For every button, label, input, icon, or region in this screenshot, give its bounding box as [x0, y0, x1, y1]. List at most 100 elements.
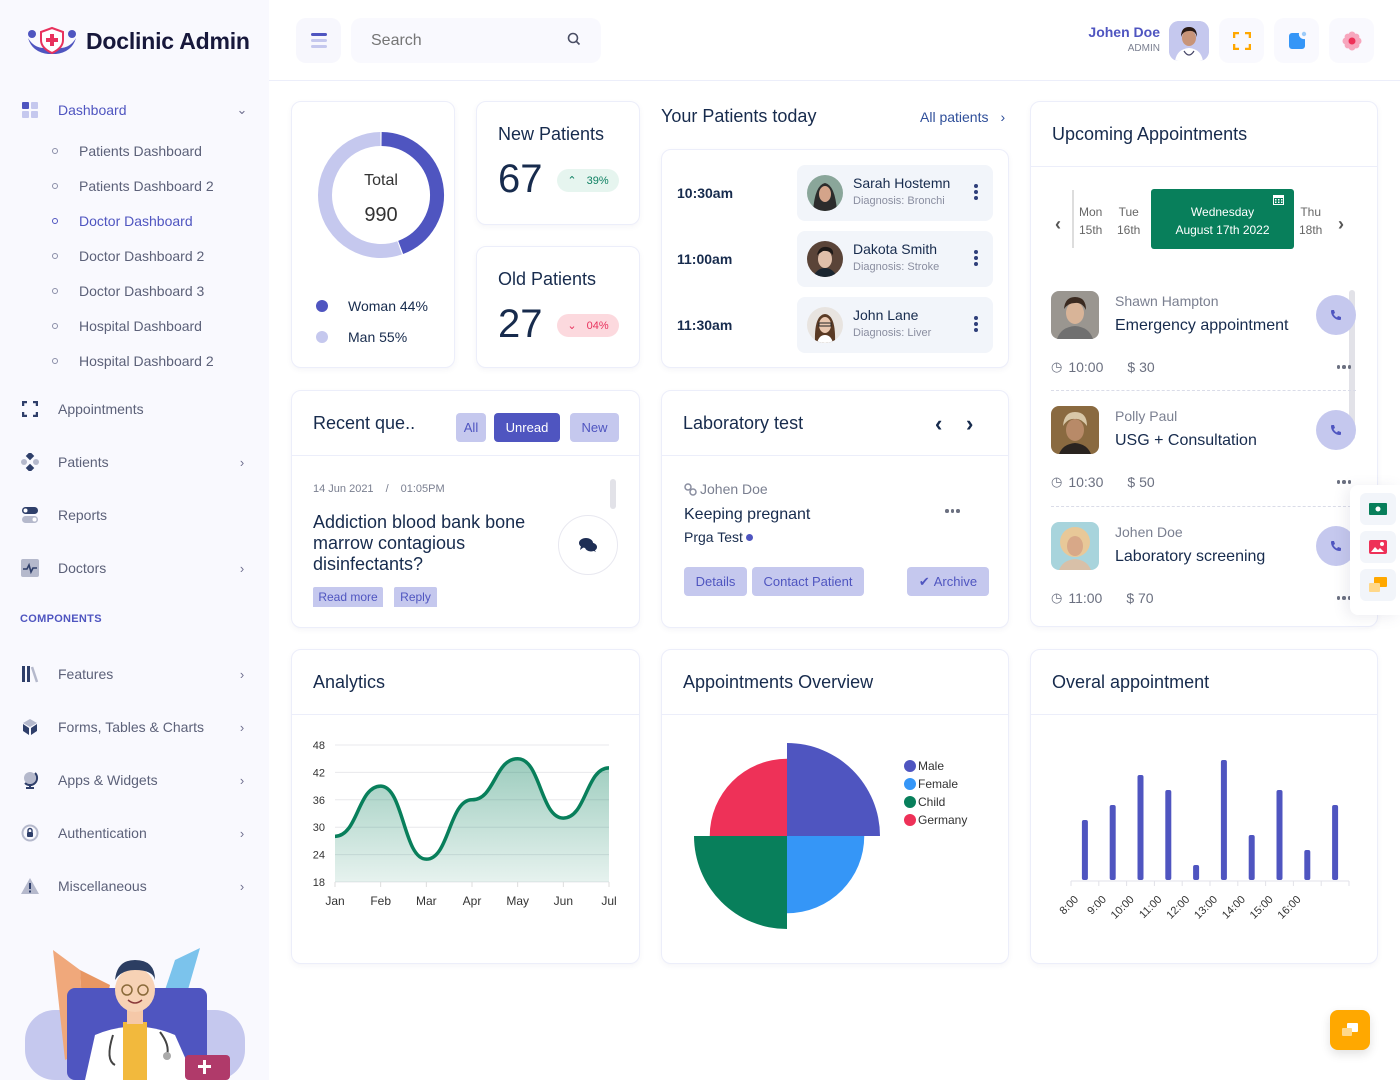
sidebar-item-label: Features: [58, 666, 114, 682]
date-option-thu[interactable]: Thu 18th: [1299, 203, 1322, 239]
date-prev-button[interactable]: ‹: [1055, 214, 1061, 235]
read-more-button[interactable]: Read more: [313, 587, 383, 607]
stat-value: 67: [498, 157, 543, 201]
arrow-up-icon: ⌃: [567, 175, 577, 187]
more-options-icon[interactable]: [1336, 596, 1351, 600]
patient-row[interactable]: 11:30am John Lane Diagnosis: Liver: [677, 297, 993, 353]
lab-prev-button[interactable]: ‹: [935, 411, 942, 437]
date-option-selected[interactable]: Wednesday August 17th 2022: [1151, 189, 1294, 249]
scan-icon: [20, 399, 40, 419]
avatar[interactable]: [1169, 21, 1209, 61]
old-patients-card: Old Patients 27 ⌄ 04%: [476, 246, 640, 368]
box-icon: [20, 717, 40, 737]
sidebar-item-reports[interactable]: Reports: [20, 505, 250, 525]
bar: [1276, 790, 1283, 880]
menu-toggle-button[interactable]: [296, 18, 341, 63]
call-button[interactable]: [1316, 410, 1356, 450]
pulse-icon: [20, 558, 40, 578]
chat-button[interactable]: [558, 515, 618, 575]
patient-row[interactable]: 11:00am Dakota Smith Diagnosis: Stroke: [677, 231, 993, 287]
date-option-mon[interactable]: Mon 15th: [1079, 203, 1102, 239]
chevron-down-icon: ⌄: [236, 102, 248, 117]
all-patients-link[interactable]: All patients ›: [920, 109, 1005, 125]
date-next-button[interactable]: ›: [1338, 214, 1344, 235]
hamburger-line: [310, 45, 327, 48]
sidebar-subitem-patients-dashboard-2[interactable]: Patients Dashboard 2: [48, 178, 214, 194]
user-info[interactable]: Johen Doe ADMIN: [1088, 24, 1160, 54]
reply-button[interactable]: Reply: [394, 587, 437, 607]
search-input[interactable]: [351, 18, 601, 63]
sidebar-item-authentication[interactable]: Authentication ›: [20, 823, 250, 843]
sidebar-item-label: Appointments: [58, 401, 144, 417]
fullscreen-button[interactable]: [1219, 18, 1264, 63]
sidebar-item-appointments[interactable]: Appointments: [20, 399, 250, 419]
y-tick-label: 30: [313, 822, 325, 834]
link-icon: [684, 482, 697, 496]
sidebar-subitem-doctor-dashboard-3[interactable]: Doctor Dashboard 3: [48, 283, 204, 299]
details-button[interactable]: Details: [684, 567, 747, 596]
sidebar-subitem-label: Doctor Dashboard: [79, 213, 193, 229]
brand[interactable]: Doclinic Admin: [26, 26, 250, 56]
sidebar-subitem-label: Doctor Dashboard 2: [79, 248, 205, 264]
more-options-icon[interactable]: [974, 250, 978, 266]
more-options-icon[interactable]: [945, 509, 960, 513]
sidebar-item-doctors[interactable]: Doctors ›: [20, 558, 250, 578]
clock-icon: ◷: [1051, 590, 1063, 605]
more-options-icon[interactable]: [1336, 480, 1351, 484]
filter-unread-button[interactable]: Unread: [494, 413, 560, 442]
card-title: Overal appointment: [1031, 650, 1377, 715]
date-option-tue[interactable]: Tue 16th: [1117, 203, 1140, 239]
archive-button[interactable]: ✔ Archive: [907, 567, 989, 596]
filter-all-button[interactable]: All: [456, 413, 486, 442]
sidebar-item-miscellaneous[interactable]: Miscellaneous ›: [20, 876, 250, 896]
gallery-tool-button[interactable]: [1360, 531, 1396, 563]
settings-icon: [1342, 31, 1361, 50]
chat-fab-button[interactable]: [1330, 1010, 1370, 1050]
question-date: 14 Jun 2021: [313, 483, 374, 495]
appointment-price: $ 70: [1126, 590, 1154, 606]
sidebar-item-label: Miscellaneous: [58, 878, 147, 894]
sidebar-item-apps-widgets[interactable]: Apps & Widgets ›: [20, 770, 250, 790]
sidebar-subitem-doctor-dashboard[interactable]: Doctor Dashboard: [48, 213, 193, 229]
contact-patient-button[interactable]: Contact Patient: [752, 567, 864, 596]
more-options-icon[interactable]: [1336, 365, 1351, 369]
bar: [1109, 805, 1116, 880]
doctor-illustration: [25, 948, 245, 1080]
more-options-icon[interactable]: [974, 316, 978, 332]
appointment-title: Emergency appointment: [1115, 317, 1289, 334]
sidebar-subitem-doctor-dashboard-2[interactable]: Doctor Dashboard 2: [48, 248, 204, 264]
sidebar-subitem-patients-dashboard[interactable]: Patients Dashboard: [48, 143, 202, 159]
chevron-right-icon: ›: [239, 772, 245, 788]
search-icon[interactable]: [567, 32, 581, 46]
settings-button[interactable]: [1329, 18, 1374, 63]
y-tick-label: 18: [313, 877, 325, 889]
comments-icon: [579, 538, 597, 552]
lab-next-button[interactable]: ›: [966, 411, 973, 437]
more-options-icon[interactable]: [974, 184, 978, 200]
sidebar-item-patients[interactable]: Patients ›: [20, 452, 250, 472]
sidebar-subitem-hospital-dashboard[interactable]: Hospital Dashboard: [48, 318, 202, 334]
payment-tool-button[interactable]: [1360, 493, 1396, 525]
sidebar-item-features[interactable]: Features ›: [20, 664, 250, 684]
y-tick-label: 36: [313, 795, 325, 807]
filter-new-button[interactable]: New: [570, 413, 619, 442]
x-tick-label: 9:00: [1085, 894, 1109, 918]
sidebar-item-dashboard[interactable]: Dashboard ⌄: [20, 100, 250, 120]
lab-test-name: Prga Test: [684, 529, 753, 545]
date-label: 16th: [1117, 223, 1141, 237]
x-tick-label: 14:00: [1220, 894, 1248, 922]
scrollbar[interactable]: [610, 479, 616, 509]
call-button[interactable]: [1316, 295, 1356, 335]
question-text: Addiction blood bank bone marrow contagi…: [313, 512, 526, 574]
patient-box: Dakota Smith Diagnosis: Stroke: [797, 231, 993, 287]
chat-tool-button[interactable]: [1360, 569, 1396, 601]
patient-row[interactable]: 10:30am Sarah Hostemn Diagnosis: Bronchi: [677, 165, 993, 221]
appointment-avatar: [1051, 291, 1099, 339]
patients-today-card: 10:30am Sarah Hostemn Diagnosis: Bronchi…: [661, 149, 1009, 368]
patient-name: John Lane: [853, 307, 919, 323]
notifications-button[interactable]: [1274, 18, 1319, 63]
topbar: Johen Doe ADMIN: [269, 0, 1400, 81]
sidebar-subitem-hospital-dashboard-2[interactable]: Hospital Dashboard 2: [48, 353, 214, 369]
legend-marker: [904, 796, 916, 808]
sidebar-item-forms-tables-charts[interactable]: Forms, Tables & Charts ›: [20, 717, 250, 737]
